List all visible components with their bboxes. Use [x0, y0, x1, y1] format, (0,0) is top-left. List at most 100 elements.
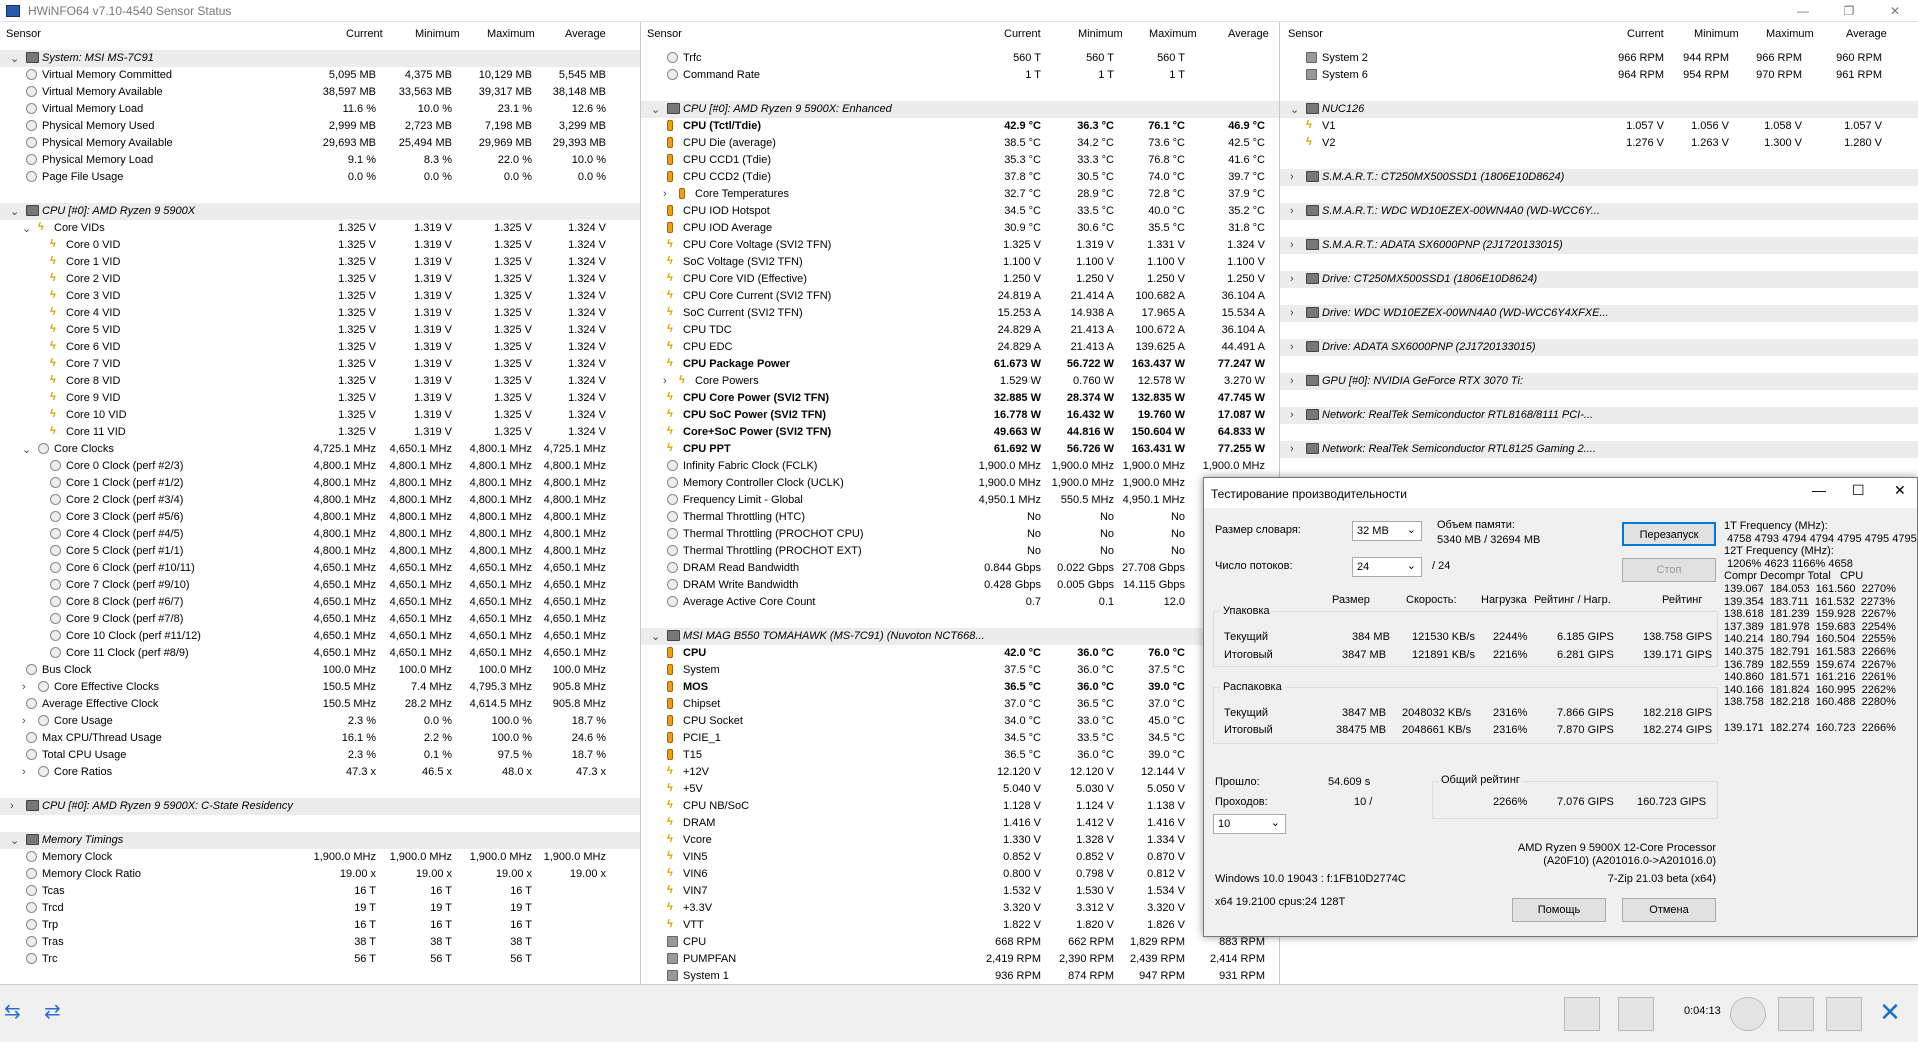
sensor-row[interactable]: System 2 966 RPM 944 RPM 966 RPM 960 RPM: [1280, 50, 1918, 67]
passes-select[interactable]: 10: [1213, 814, 1286, 834]
sensor-row[interactable]: ϟ Core 11 VID 1.325 V 1.319 V 1.325 V 1.324 V: [0, 424, 640, 441]
sensor-row[interactable]: Physical Memory Load 9.1 % 8.3 % 22.0 % 10.0…: [0, 152, 640, 169]
sensor-group-row[interactable]: › CPU [#0]: AMD Ryzen 9 5900X: C-State Re…: [0, 798, 640, 815]
header-maximum[interactable]: Maximum: [1149, 28, 1197, 40]
sensor-row[interactable]: Memory Controller Clock (UCLK) 1,900.0 MH…: [641, 475, 1279, 492]
header-minimum[interactable]: Minimum: [415, 28, 460, 40]
sensor-row[interactable]: Frequency Limit - Global 4,950.1 MHz 550.5…: [641, 492, 1279, 509]
sensor-row[interactable]: ϟ Core 5 VID 1.325 V 1.319 V 1.325 V 1.324 V: [0, 322, 640, 339]
collapse-arrow-icon[interactable]: ⌄: [22, 443, 31, 456]
sensor-row[interactable]: CPU 668 RPM 662 RPM 1,829 RPM 883 RPM: [641, 934, 1279, 951]
sensor-row[interactable]: T15 36.5 °C 36.0 °C 39.0 °C: [641, 747, 1279, 764]
sensor-group-row[interactable]: › S.M.A.R.T.: ADATA SX6000PNP (2J17201330…: [1280, 237, 1918, 254]
stop-button[interactable]: Стоп: [1622, 558, 1716, 582]
sensor-row[interactable]: Tcas 16 T 16 T 16 T: [0, 883, 640, 900]
sensor-row[interactable]: › Core Usage 2.3 % 0.0 % 100.0 % 18.7 %: [0, 713, 640, 730]
sensor-row[interactable]: Core 2 Clock (perf #3/4) 4,800.1 MHz 4,800…: [0, 492, 640, 509]
nav-left-right-icon[interactable]: ⇆: [4, 997, 38, 1031]
sensor-group-row[interactable]: › Drive: WDC WD10EZEX-00WN4A0 (WD-WCC6Y4X…: [1280, 305, 1918, 322]
sensor-row[interactable]: ϟ Core+SoC Power (SVI2 TFN) 49.663 W 44.816…: [641, 424, 1279, 441]
sensor-row[interactable]: System 1 936 RPM 874 RPM 947 RPM 931 RPM: [641, 968, 1279, 984]
sensor-row[interactable]: ϟ CPU EDC 24.829 A 21.413 A 139.625 A 44.491 …: [641, 339, 1279, 356]
sensor-group-row[interactable]: › Network: RealTek Semiconductor RTL8168/…: [1280, 407, 1918, 424]
sensor-row[interactable]: Core 3 Clock (perf #5/6) 4,800.1 MHz 4,800…: [0, 509, 640, 526]
sensor-row[interactable]: › Core Effective Clocks 150.5 MHz 7.4 MHz 4,…: [0, 679, 640, 696]
dialog-maximize-button[interactable]: ☐: [1852, 482, 1865, 499]
expand-arrow-icon[interactable]: ›: [663, 375, 667, 387]
minimize-button[interactable]: —: [1780, 0, 1826, 22]
dialog-minimize-button[interactable]: —: [1812, 482, 1826, 498]
sensor-row[interactable]: Thermal Throttling (PROCHOT EXT) No No No: [641, 543, 1279, 560]
sensor-row[interactable]: ϟ CPU NB/SoC 1.128 V 1.124 V 1.138 V: [641, 798, 1279, 815]
sensor-row[interactable]: ϟ SoC Voltage (SVI2 TFN) 1.100 V 1.100 V 1.1…: [641, 254, 1279, 271]
sensor-row[interactable]: CPU IOD Hotspot 34.5 °C 33.5 °C 40.0 °C 35.2…: [641, 203, 1279, 220]
collapse-arrow-icon[interactable]: ⌄: [10, 205, 19, 218]
sensor-row[interactable]: CPU Socket 34.0 °C 33.0 °C 45.0 °C: [641, 713, 1279, 730]
sensor-row[interactable]: ϟ Vcore 1.330 V 1.328 V 1.334 V: [641, 832, 1279, 849]
sensor-row[interactable]: ϟ Core 7 VID 1.325 V 1.319 V 1.325 V 1.324 V: [0, 356, 640, 373]
network-icon[interactable]: [1618, 997, 1654, 1031]
sensor-row[interactable]: Core 0 Clock (perf #2/3) 4,800.1 MHz 4,800…: [0, 458, 640, 475]
sensor-row[interactable]: Chipset 37.0 °C 36.5 °C 37.0 °C: [641, 696, 1279, 713]
sensor-pane-2[interactable]: Sensor Current Minimum Maximum Average T…: [641, 22, 1279, 984]
monitor-icon[interactable]: [1564, 997, 1600, 1031]
sensor-row[interactable]: ϟ Core 4 VID 1.325 V 1.319 V 1.325 V 1.324 V: [0, 305, 640, 322]
sensor-row[interactable]: Core 9 Clock (perf #7/8) 4,650.1 MHz 4,650…: [0, 611, 640, 628]
add-report-icon[interactable]: [1778, 997, 1814, 1031]
collapse-arrow-icon[interactable]: ⌄: [651, 630, 660, 643]
sensor-row[interactable]: Trfc 560 T 560 T 560 T: [641, 50, 1279, 67]
sensor-group-row[interactable]: › S.M.A.R.T.: WDC WD10EZEX-00WN4A0 (WD-WC…: [1280, 203, 1918, 220]
sensor-row[interactable]: Max CPU/Thread Usage 16.1 % 2.2 % 100.0 % 24…: [0, 730, 640, 747]
collapse-arrow-icon[interactable]: ⌄: [651, 103, 660, 116]
sensor-group-row[interactable]: ⌄ CPU [#0]: AMD Ryzen 9 5900X: Enhanced: [641, 101, 1279, 118]
expand-arrow-icon[interactable]: ›: [1290, 239, 1294, 251]
sensor-row[interactable]: Tras 38 T 38 T 38 T: [0, 934, 640, 951]
sensor-row[interactable]: Command Rate 1 T 1 T 1 T: [641, 67, 1279, 84]
column-header[interactable]: Sensor Current Minimum Maximum Average: [641, 26, 1279, 44]
sensor-row[interactable]: CPU IOD Average 30.9 °C 30.6 °C 35.5 °C 31.8…: [641, 220, 1279, 237]
sensor-pane-1[interactable]: Sensor Current Minimum Maximum Average ⌄…: [0, 22, 640, 984]
sensor-row[interactable]: ϟ Core 9 VID 1.325 V 1.319 V 1.325 V 1.324 V: [0, 390, 640, 407]
sensor-row[interactable]: ⌄ Core Clocks 4,725.1 MHz 4,650.1 MHz 4,800.…: [0, 441, 640, 458]
sensor-group-row[interactable]: ⌄ MSI MAG B550 TOMAHAWK (MS-7C91) (Nuvoto…: [641, 628, 1279, 645]
sensor-row[interactable]: Memory Clock Ratio 19.00 x 19.00 x 19.00 x 1…: [0, 866, 640, 883]
sensor-row[interactable]: ϟ DRAM 1.416 V 1.412 V 1.416 V: [641, 815, 1279, 832]
sensor-row[interactable]: ϟ VIN7 1.532 V 1.530 V 1.534 V: [641, 883, 1279, 900]
sensor-row[interactable]: CPU 42.0 °C 36.0 °C 76.0 °C: [641, 645, 1279, 662]
sensor-row[interactable]: ϟ CPU SoC Power (SVI2 TFN) 16.778 W 16.432 …: [641, 407, 1279, 424]
sensor-row[interactable]: Core 10 Clock (perf #11/12) 4,650.1 MHz 4,…: [0, 628, 640, 645]
sensor-row[interactable]: Trc 56 T 56 T 56 T: [0, 951, 640, 968]
settings-icon[interactable]: [1826, 997, 1862, 1031]
sensor-row[interactable]: CPU Die (average) 38.5 °C 34.2 °C 73.6 °C 42…: [641, 135, 1279, 152]
sensor-row[interactable]: CPU (Tctl/Tdie) 42.9 °C 36.3 °C 76.1 °C 46.9…: [641, 118, 1279, 135]
header-average[interactable]: Average: [565, 28, 606, 40]
sensor-row[interactable]: ϟ Core 6 VID 1.325 V 1.319 V 1.325 V 1.324 V: [0, 339, 640, 356]
sensor-row[interactable]: ϟ Core 8 VID 1.325 V 1.319 V 1.325 V 1.324 V: [0, 373, 640, 390]
sensor-group-row[interactable]: › S.M.A.R.T.: CT250MX500SSD1 (1806E10D862…: [1280, 169, 1918, 186]
header-current[interactable]: Current: [1004, 28, 1041, 40]
sensor-row[interactable]: ϟ CPU Core Power (SVI2 TFN) 32.885 W 28.374…: [641, 390, 1279, 407]
sensor-row[interactable]: Physical Memory Used 2,999 MB 2,723 MB 7,19…: [0, 118, 640, 135]
sensor-row[interactable]: MOS 36.5 °C 36.0 °C 39.0 °C: [641, 679, 1279, 696]
expand-arrow-icon[interactable]: ›: [1290, 375, 1294, 387]
sensor-row[interactable]: › Core Temperatures 32.7 °C 28.9 °C 72.8 °C 3…: [641, 186, 1279, 203]
sensor-row[interactable]: Virtual Memory Load 11.6 % 10.0 % 23.1 % 12.…: [0, 101, 640, 118]
expand-arrow-icon[interactable]: ›: [10, 800, 14, 812]
dialog-close-button[interactable]: ✕: [1894, 482, 1906, 499]
sensor-row[interactable]: ϟ Core 2 VID 1.325 V 1.319 V 1.325 V 1.324 V: [0, 271, 640, 288]
sensor-row[interactable]: Memory Clock 1,900.0 MHz 1,900.0 MHz 1,900.…: [0, 849, 640, 866]
sensor-row[interactable]: › ϟ Core Powers 1.529 W 0.760 W 12.578 W 3.270…: [641, 373, 1279, 390]
restart-button[interactable]: Перезапуск: [1622, 522, 1716, 546]
sensor-row[interactable]: Trp 16 T 16 T 16 T: [0, 917, 640, 934]
expand-arrow-icon[interactable]: ›: [663, 188, 667, 200]
sensor-group-row[interactable]: › Drive: ADATA SX6000PNP (2J1720133015): [1280, 339, 1918, 356]
expand-arrow-icon[interactable]: ›: [22, 681, 26, 693]
sensor-group-row[interactable]: ⌄ CPU [#0]: AMD Ryzen 9 5900X: [0, 203, 640, 220]
sensor-row[interactable]: ϟ +5V 5.040 V 5.030 V 5.050 V: [641, 781, 1279, 798]
clock-icon[interactable]: [1730, 997, 1766, 1031]
sensor-row[interactable]: Virtual Memory Available 38,597 MB 33,563 …: [0, 84, 640, 101]
sensor-row[interactable]: Thermal Throttling (HTC) No No No: [641, 509, 1279, 526]
sensor-row[interactable]: Page File Usage 0.0 % 0.0 % 0.0 % 0.0 %: [0, 169, 640, 186]
sensor-row[interactable]: Core 7 Clock (perf #9/10) 4,650.1 MHz 4,65…: [0, 577, 640, 594]
expand-arrow-icon[interactable]: ›: [22, 766, 26, 778]
